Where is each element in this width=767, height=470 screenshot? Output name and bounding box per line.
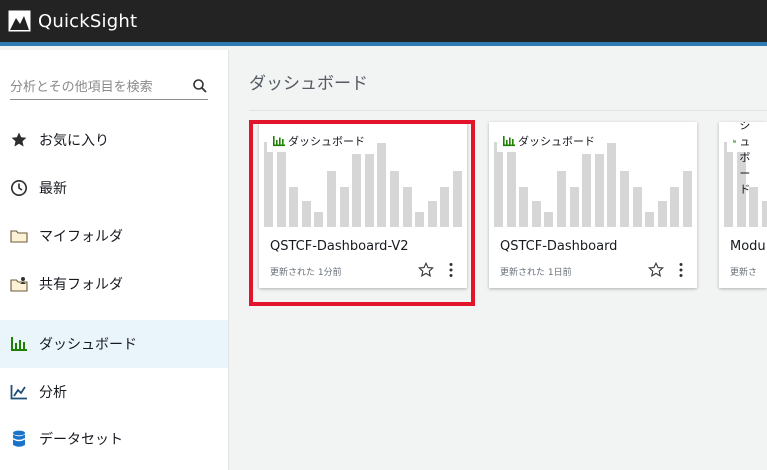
sidebar-item-label: データセット: [39, 432, 123, 448]
thumbnail-bar: [264, 142, 273, 227]
sidebar-item-label: 共有フォルダ: [39, 277, 123, 293]
badge-label: ダッシュボード: [288, 135, 365, 148]
thumbnail-bar: [427, 201, 437, 227]
page-title: ダッシュボード: [249, 74, 368, 94]
badge-label: ダッシュボード: [518, 135, 595, 148]
quicksight-logo[interactable]: QuickSight: [8, 10, 137, 32]
app-title: QuickSight: [38, 10, 138, 32]
dataset-icon: [9, 429, 29, 449]
card-title[interactable]: Modu: [730, 239, 766, 254]
thumbnail-bar: [594, 154, 604, 227]
sidebar-item-shared-folders[interactable]: 共有フォルダ: [0, 260, 228, 308]
sidebar-item-label: ダッシュボード: [39, 337, 137, 353]
sidebar-item-label: 最新: [39, 181, 67, 197]
card-updated-time: 更新された 1分前: [270, 268, 342, 278]
thumbnail-bar: [440, 187, 450, 227]
thumbnail-bar: [582, 154, 592, 227]
thumbnail-bar: [682, 171, 692, 227]
sidebar-item-label: マイフォルダ: [39, 229, 123, 245]
thumbnail-bar: [301, 201, 311, 227]
thumbnail-bar: [352, 154, 362, 227]
clock-icon: [9, 178, 29, 198]
dashboard-icon: [9, 334, 29, 354]
thumbnail-bar: [364, 154, 374, 227]
top-bar: QuickSight: [0, 0, 767, 46]
quicksight-logo-icon: [8, 10, 31, 32]
search-input[interactable]: [10, 76, 180, 99]
thumbnail-bar: [339, 187, 349, 227]
main-content: ダッシュボード ダッシュボード QSTCF-Dashboard-V2 更新された…: [230, 50, 767, 470]
thumbnail-bar: [645, 212, 655, 227]
sidebar-item-favorites[interactable]: お気に入り: [0, 116, 228, 164]
dashboard-card[interactable]: ダッシュボード QSTCF-Dashboard 更新された 1日前: [489, 122, 697, 288]
dashboard-badge: ダッシュボード: [497, 130, 601, 152]
dashboard-badge: ダッシュボード: [267, 130, 371, 152]
sidebar-item-datasets[interactable]: データセット: [0, 415, 228, 463]
star-icon: [9, 130, 29, 150]
dashboard-card[interactable]: ダッシュボード Modu 更新さ: [719, 122, 767, 288]
favorite-star-icon[interactable]: [648, 262, 664, 278]
dashboard-thumbnail[interactable]: ダッシュボード: [489, 122, 697, 229]
thumbnail-bar: [314, 212, 324, 227]
sidebar-item-recent[interactable]: 最新: [0, 164, 228, 212]
card-updated-time: 更新さ: [730, 268, 758, 278]
thumbnail-bar: [724, 142, 733, 227]
thumbnail-bar: [494, 142, 503, 227]
thumbnail-bar: [415, 212, 425, 227]
badge-label: ダッシュボード: [739, 122, 751, 196]
thumbnail-bar: [556, 171, 566, 227]
thumbnail-bar: [531, 201, 541, 227]
more-options-icon[interactable]: [676, 262, 686, 278]
thumbnail-bar: [289, 187, 299, 227]
dashboard-thumbnail[interactable]: ダッシュボード: [719, 122, 767, 229]
dashboard-icon: [503, 136, 515, 147]
sidebar-item-analyses[interactable]: 分析: [0, 368, 228, 416]
card-title[interactable]: QSTCF-Dashboard-V2: [270, 239, 409, 254]
thumbnail-bar: [377, 143, 387, 227]
dashboard-thumbnail[interactable]: ダッシュボード: [259, 122, 467, 229]
dashboard-badge: ダッシュボード: [727, 122, 767, 196]
thumbnail-bar: [452, 171, 462, 227]
thumbnail-bar: [761, 201, 767, 227]
sidebar: お気に入り 最新 マイフォルダ 共有フォルダ ダッシュボード 分析: [0, 50, 229, 470]
thumbnail-bar: [670, 187, 680, 227]
sidebar-item-label: 分析: [39, 385, 67, 401]
dashboard-icon: [273, 136, 285, 147]
favorite-star-icon[interactable]: [418, 262, 434, 278]
thumbnail-bar: [519, 187, 529, 227]
shared-folder-icon: [9, 274, 29, 294]
analysis-icon: [9, 382, 29, 402]
thumbnail-bar: [619, 171, 629, 227]
thumbnail-bar: [402, 187, 412, 227]
dashboard-icon: [733, 139, 737, 143]
card-title[interactable]: QSTCF-Dashboard: [500, 239, 617, 254]
search-icon[interactable]: [192, 78, 208, 94]
thumbnail-bar: [657, 201, 667, 227]
card-updated-time: 更新された 1日前: [500, 268, 572, 278]
divider: [249, 110, 767, 111]
thumbnail-bar: [544, 212, 554, 227]
dashboard-card[interactable]: ダッシュボード QSTCF-Dashboard-V2 更新された 1分前: [259, 122, 467, 288]
thumbnail-bar: [569, 187, 579, 227]
thumbnail-bar: [607, 143, 617, 227]
sidebar-item-my-folders[interactable]: マイフォルダ: [0, 212, 228, 260]
sidebar-item-label: お気に入り: [39, 133, 109, 149]
sidebar-item-dashboards[interactable]: ダッシュボード: [0, 320, 228, 368]
more-options-icon[interactable]: [446, 262, 456, 278]
thumbnail-bar: [326, 171, 336, 227]
thumbnail-bar: [389, 171, 399, 227]
thumbnail-bar: [632, 187, 642, 227]
search-box: [10, 76, 208, 100]
folder-icon: [9, 226, 29, 246]
